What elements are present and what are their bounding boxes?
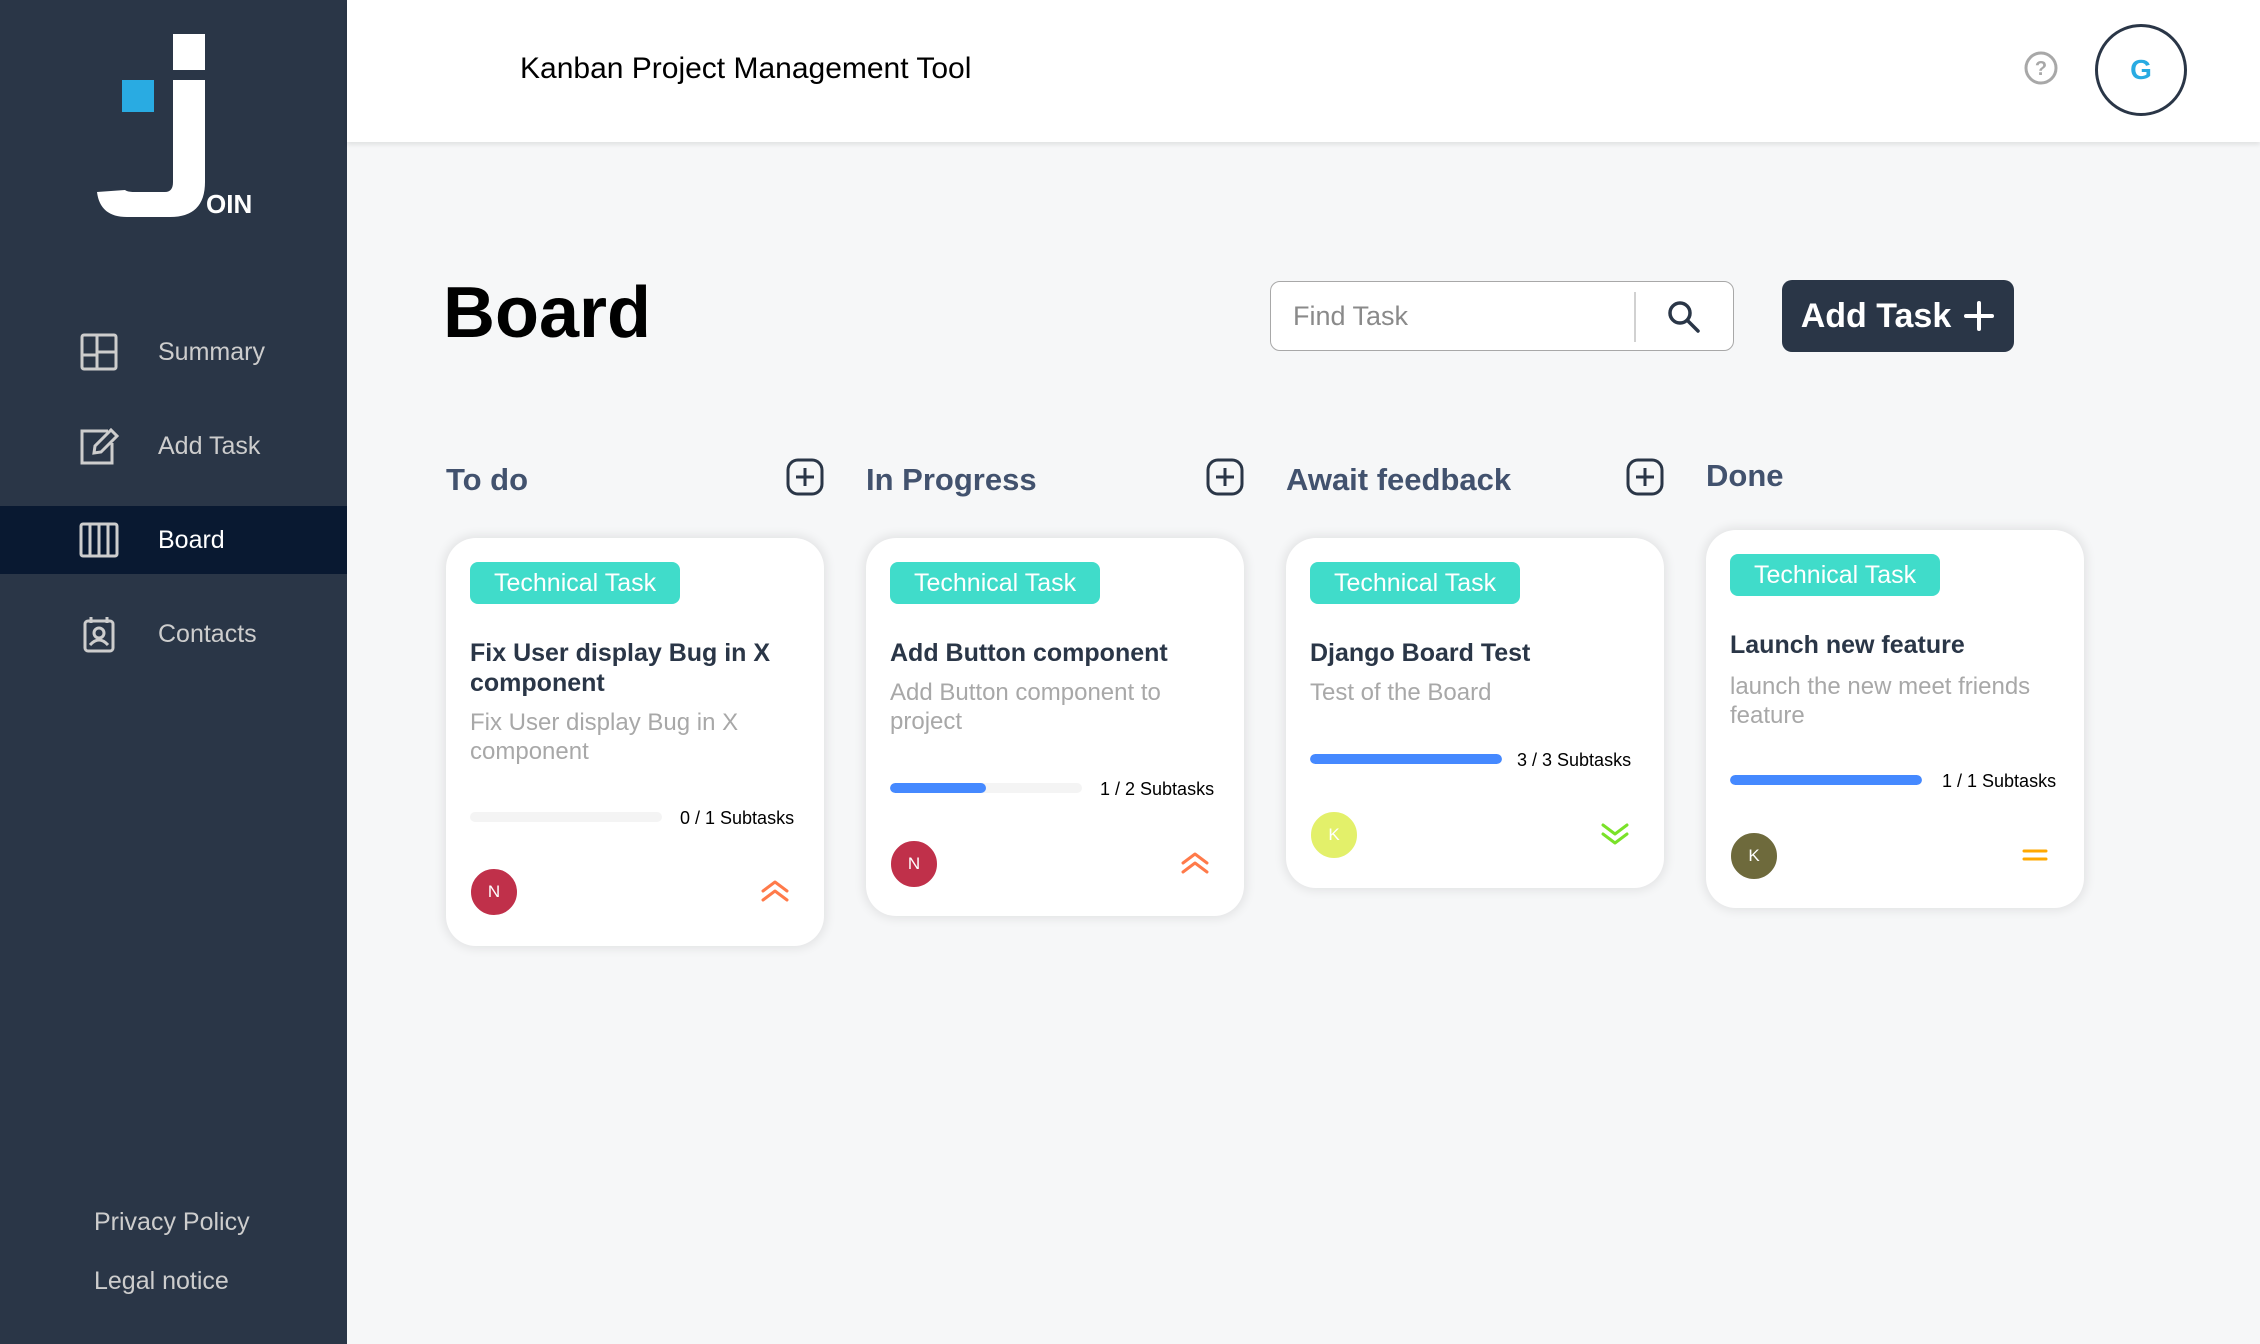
add-task-button[interactable]: Add Task — [1782, 280, 2014, 352]
column-title: In Progress — [866, 462, 1037, 497]
sidebar-item-label: Contacts — [158, 619, 257, 648]
sidebar-item-label: Add Task — [158, 431, 261, 460]
app-title: Kanban Project Management Tool — [520, 52, 972, 85]
subtask-progress-bar — [470, 812, 662, 822]
contacts-icon — [78, 613, 120, 655]
priority-urgent-icon — [758, 874, 792, 908]
sidebar-item-summary[interactable]: Summary — [0, 318, 347, 386]
board-icon — [78, 519, 120, 561]
column-header-in-progress: In Progress — [866, 458, 1037, 502]
category-badge: Technical Task — [470, 562, 681, 604]
privacy-policy-link[interactable]: Privacy Policy — [94, 1208, 250, 1237]
add-task-button-label: Add Task — [1800, 296, 1952, 335]
sidebar-item-contacts[interactable]: Contacts — [0, 600, 347, 668]
sidebar: OIN Summary Add Task Board Contacts Priv… — [0, 0, 347, 1344]
subtask-count: 1 / 1 Subtasks — [1942, 771, 2057, 791]
task-title: Django Board Test — [1310, 639, 1531, 667]
sidebar-nav: Summary Add Task Board Contacts — [0, 318, 347, 694]
user-avatar[interactable]: G — [2095, 24, 2187, 116]
priority-urgent-icon — [1178, 846, 1212, 880]
category-badge: Technical Task — [1310, 562, 1521, 604]
priority-low-icon — [1598, 817, 1632, 851]
sidebar-item-board[interactable]: Board — [0, 506, 347, 574]
subtask-progress-bar — [890, 783, 1082, 793]
subtask-progress-fill — [890, 783, 986, 793]
top-header: Kanban Project Management Tool ? G — [347, 0, 2260, 142]
assignee-avatar: N — [470, 868, 518, 916]
sidebar-item-label: Board — [158, 525, 225, 554]
task-card[interactable]: Technical Task Launch new feature launch… — [1706, 530, 2084, 908]
summary-icon — [78, 331, 120, 373]
task-description: Test of the Board — [1310, 679, 1492, 706]
add-todo-plus-icon[interactable] — [786, 458, 824, 496]
add-in-progress-plus-icon[interactable] — [1206, 458, 1244, 496]
help-icon[interactable]: ? — [2023, 50, 2059, 86]
legal-notice-link[interactable]: Legal notice — [94, 1267, 250, 1296]
task-title: Launch new feature — [1730, 631, 1965, 659]
logo-text: OIN — [206, 189, 252, 219]
subtask-count: 0 / 1 Subtasks — [680, 808, 795, 828]
legal-links: Privacy Policy Legal notice — [94, 1208, 250, 1326]
svg-text:?: ? — [2035, 58, 2047, 80]
search-divider — [1634, 292, 1636, 342]
category-badge: Technical Task — [1730, 554, 1941, 596]
column-title: Done — [1706, 458, 1784, 493]
priority-medium-icon — [2018, 838, 2052, 872]
subtask-progress-bar — [1730, 775, 1922, 785]
join-logo[interactable]: OIN — [95, 32, 265, 222]
task-description: Fix User display Bug in X component — [470, 709, 739, 765]
assignee-avatar: N — [890, 840, 938, 888]
assignee-avatar: K — [1730, 832, 1778, 880]
subtask-count: 3 / 3 Subtasks — [1517, 750, 1632, 770]
subtask-count: 1 / 2 Subtasks — [1100, 779, 1215, 799]
task-description: Add Button component to project — [890, 679, 1161, 735]
search-input[interactable] — [1293, 294, 1623, 338]
task-card[interactable]: Technical Task Add Button component Add … — [866, 538, 1244, 916]
add-await-feedback-plus-icon[interactable] — [1626, 458, 1664, 496]
task-title: Fix User display Bug in X component — [470, 639, 771, 697]
subtask-progress-fill — [1310, 754, 1502, 764]
find-task-search — [1270, 281, 1734, 351]
page-title: Board — [443, 273, 652, 353]
task-card[interactable]: Technical Task Django Board Test Test of… — [1286, 538, 1664, 888]
column-header-todo: To do — [446, 458, 528, 502]
category-badge: Technical Task — [890, 562, 1101, 604]
column-header-await-feedback: Await feedback — [1286, 458, 1511, 502]
task-card[interactable]: Technical Task Fix User display Bug in X… — [446, 538, 824, 946]
assignee-avatar: K — [1310, 811, 1358, 859]
edit-icon — [78, 425, 120, 467]
column-title: To do — [446, 462, 529, 497]
task-title: Add Button component — [890, 639, 1168, 667]
column-header-done: Done — [1706, 454, 1784, 498]
subtask-progress-fill — [1730, 775, 1922, 785]
plus-icon — [1964, 301, 1995, 331]
search-icon[interactable] — [1665, 298, 1703, 336]
subtask-progress-bar — [1310, 754, 1502, 764]
column-title: Await feedback — [1286, 462, 1512, 497]
task-description: launch the new meet friends feature — [1730, 673, 2031, 729]
sidebar-item-add-task[interactable]: Add Task — [0, 412, 347, 480]
sidebar-item-label: Summary — [158, 337, 265, 366]
